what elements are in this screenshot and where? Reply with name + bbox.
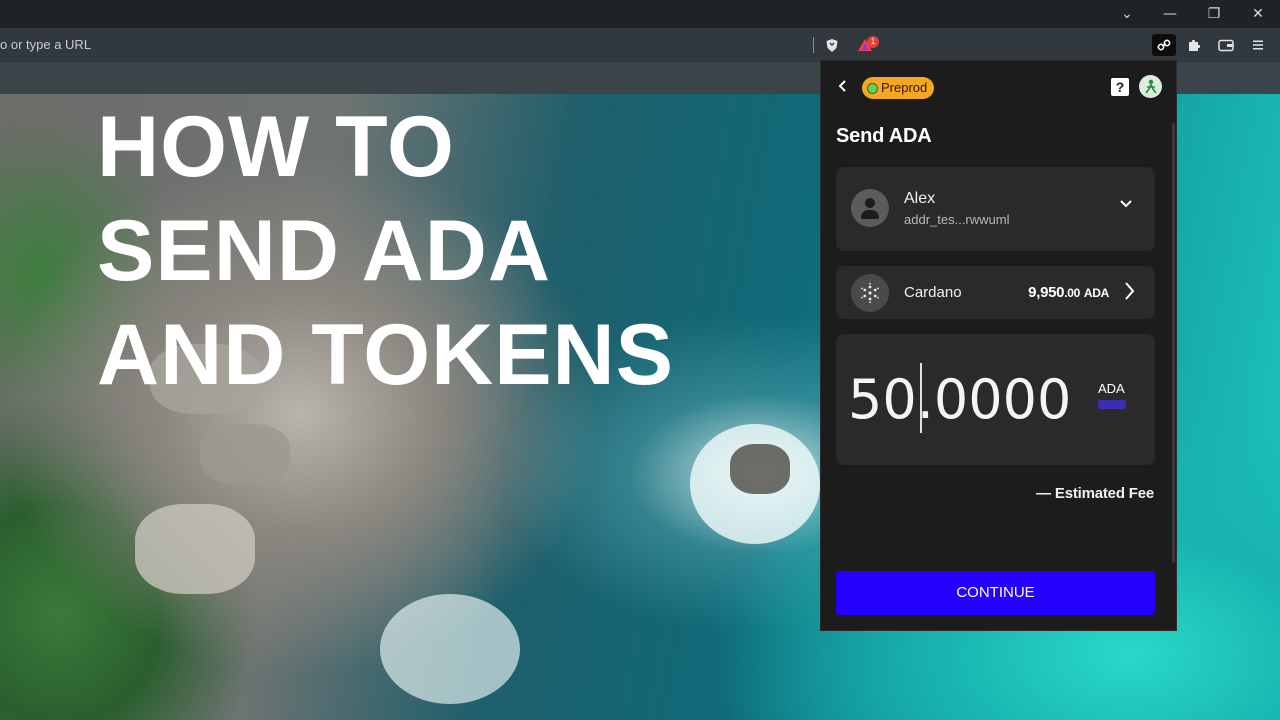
rock-formation [135, 504, 255, 594]
recipient-address: addr_tes...rwwuml [904, 212, 1010, 227]
wave-foam [380, 594, 520, 704]
network-badge[interactable]: Preprod [862, 77, 935, 99]
brave-shield-icon[interactable] [820, 34, 844, 56]
chevron-down-icon[interactable] [1119, 197, 1133, 213]
wallet-icon[interactable] [1214, 34, 1238, 56]
browser-menu-icon[interactable] [1246, 34, 1270, 56]
chevron-right-icon[interactable] [1123, 280, 1135, 307]
back-arrow-icon[interactable] [837, 78, 853, 96]
fiat-value-placeholder [1098, 400, 1126, 409]
balance-unit: ADA [1083, 286, 1109, 300]
help-icon[interactable]: ? [1111, 78, 1129, 96]
amount-unit: ADA [1098, 381, 1125, 396]
address-bar-divider [813, 37, 814, 53]
rock-formation [730, 444, 790, 494]
cardano-icon [851, 274, 889, 312]
close-window-button[interactable]: ✕ [1238, 0, 1278, 28]
puzzle-extensions-icon[interactable] [1182, 34, 1206, 56]
minimize-button[interactable]: — [1150, 0, 1190, 28]
recipient-selector[interactable]: Alex addr_tes...rwwuml [836, 167, 1155, 251]
estimated-fee-label: — Estimated Fee [1036, 485, 1154, 502]
headline-line-3: AND TOKENS [97, 307, 675, 403]
amount-input[interactable]: 50.0000 ADA [836, 334, 1155, 465]
token-name: Cardano [904, 284, 962, 301]
rock-formation [200, 424, 290, 484]
wallet-popup: Preprod ? Send ADA Alex addr_tes...rwwum… [820, 60, 1177, 631]
network-label: Preprod [881, 80, 928, 95]
token-balance: 9,950.00 ADA [1028, 284, 1109, 301]
contact-avatar-icon [851, 189, 889, 227]
page-title: Send ADA [836, 125, 932, 147]
rewards-badge: 1 [867, 36, 879, 48]
scrollbar[interactable] [1172, 123, 1175, 563]
address-bar[interactable]: o or type a URL [0, 33, 812, 57]
balance-decimals: .00 [1064, 286, 1081, 300]
amount-value[interactable]: 50.0000 [848, 368, 1076, 432]
text-cursor [920, 363, 922, 433]
token-selector[interactable]: Cardano 9,950.00 ADA [836, 266, 1155, 319]
headline-line-1: HOW TO [97, 99, 455, 195]
tab-search-chevron-icon[interactable]: ⌄ [1107, 0, 1147, 28]
network-status-dot-icon [867, 82, 878, 94]
video-headline: HOW TO SEND ADA AND TOKENS [97, 95, 674, 407]
continue-button[interactable]: CONTINUE [836, 571, 1155, 615]
link-extension-icon[interactable] [1152, 34, 1176, 56]
restore-button[interactable]: ❐ [1194, 0, 1234, 28]
account-avatar-icon[interactable] [1139, 75, 1162, 98]
recipient-name: Alex [904, 190, 936, 207]
headline-line-2: SEND ADA [97, 203, 551, 299]
balance-main: 9,950 [1028, 284, 1065, 301]
title-bar [0, 0, 1280, 28]
